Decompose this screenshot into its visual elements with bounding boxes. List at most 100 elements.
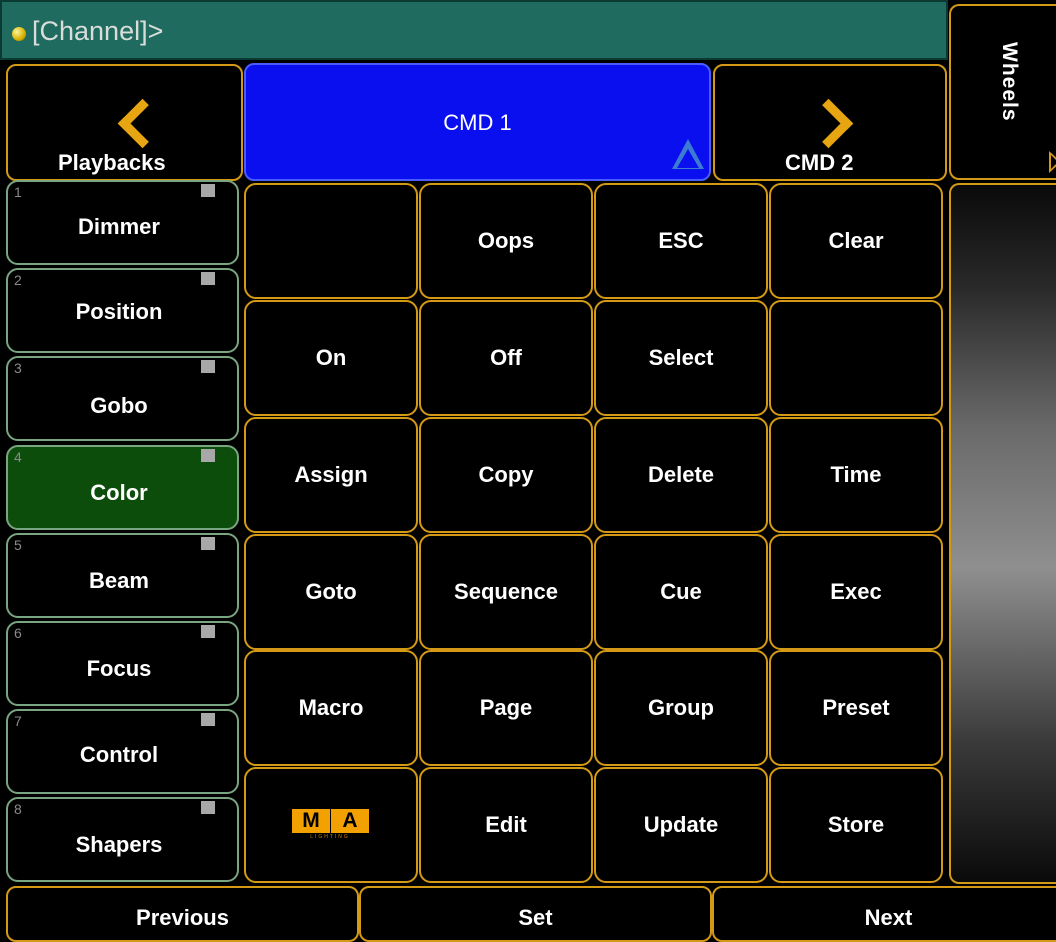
logo-subtitle: LIGHTING xyxy=(310,834,350,840)
cmd1-button[interactable]: CMD 1 xyxy=(244,63,711,181)
preset-number: 4 xyxy=(14,449,22,465)
preset-position[interactable]: 2 Position xyxy=(6,268,239,353)
preset-label: Control xyxy=(79,742,159,767)
preset-color[interactable]: 4 Color xyxy=(6,445,239,530)
key-label: Oops xyxy=(477,228,535,253)
key-select[interactable]: Select xyxy=(594,300,768,416)
key-macro[interactable]: Macro xyxy=(244,650,418,766)
key-label: Macro xyxy=(298,695,364,720)
key-group[interactable]: Group xyxy=(594,650,768,766)
wheels-tab[interactable]: Wheels xyxy=(949,4,1056,180)
preset-number: 8 xyxy=(14,801,22,817)
previous-button[interactable]: Previous xyxy=(6,886,359,942)
preset-number: 5 xyxy=(14,537,22,553)
key-label: Clear xyxy=(828,228,884,253)
key-label: Store xyxy=(827,812,885,837)
playbacks-label: Playbacks xyxy=(58,150,166,175)
key-label: Exec xyxy=(830,579,882,604)
key-cue[interactable]: Cue xyxy=(594,534,768,650)
key-store[interactable]: Store xyxy=(769,767,943,883)
key-label: Preset xyxy=(822,695,890,720)
key-label: Cue xyxy=(660,579,702,604)
indicator-icon xyxy=(201,713,215,726)
key-label: Page xyxy=(479,695,533,720)
status-dot-icon xyxy=(12,27,26,41)
key-label: On xyxy=(315,345,347,370)
key-off[interactable]: Off xyxy=(419,300,593,416)
preset-number: 1 xyxy=(14,184,22,200)
command-line-text: [Channel]> xyxy=(32,16,164,46)
preset-number: 6 xyxy=(14,625,22,641)
preset-number: 2 xyxy=(14,272,22,288)
key-label: Time xyxy=(830,462,882,487)
key-goto[interactable]: Goto xyxy=(244,534,418,650)
set-label: Set xyxy=(518,905,553,930)
command-line[interactable]: [Channel]> xyxy=(0,0,948,60)
key-label: Update xyxy=(643,812,719,837)
wheel-panel[interactable] xyxy=(949,183,1056,884)
preset-label: Focus xyxy=(86,656,152,681)
previous-label: Previous xyxy=(136,905,229,930)
cmd1-label: CMD 1 xyxy=(443,110,512,135)
key-label: ESC xyxy=(658,228,704,253)
indicator-icon xyxy=(201,184,215,197)
key-delete[interactable]: Delete xyxy=(594,417,768,533)
preset-shapers[interactable]: 8 Shapers xyxy=(6,797,239,882)
key-assign[interactable]: Assign xyxy=(244,417,418,533)
key-label: Delete xyxy=(647,462,715,487)
key-copy[interactable]: Copy xyxy=(419,417,593,533)
key-sequence[interactable]: Sequence xyxy=(419,534,593,650)
key-update[interactable]: Update xyxy=(594,767,768,883)
preset-label: Beam xyxy=(89,568,149,593)
key-edit[interactable]: Edit xyxy=(419,767,593,883)
indicator-icon xyxy=(201,360,215,373)
preset-label: Shapers xyxy=(75,832,163,857)
key-clear[interactable]: Clear xyxy=(769,183,943,299)
preset-label: Dimmer xyxy=(78,214,160,239)
preset-gobo[interactable]: 3 Gobo xyxy=(6,356,239,441)
ma-lighting-logo: M A LIGHTING xyxy=(287,808,373,842)
preset-label: Gobo xyxy=(90,393,148,418)
cmd2-label: CMD 2 xyxy=(785,150,854,175)
key-empty[interactable] xyxy=(244,183,418,299)
logo-letter-a: A xyxy=(330,808,370,834)
key-label: Edit xyxy=(485,812,527,837)
key-label: Off xyxy=(490,345,522,370)
preset-focus[interactable]: 6 Focus xyxy=(6,621,239,706)
preset-control[interactable]: 7 Control xyxy=(6,709,239,794)
preset-number: 3 xyxy=(14,360,22,376)
indicator-icon xyxy=(201,625,215,638)
key-label: Select xyxy=(648,345,714,370)
chevron-left-icon xyxy=(117,98,168,149)
key-esc[interactable]: ESC xyxy=(594,183,768,299)
key-exec[interactable]: Exec xyxy=(769,534,943,650)
playbacks-button[interactable]: Playbacks xyxy=(6,64,243,181)
next-button[interactable]: Next xyxy=(712,886,1056,942)
set-button[interactable]: Set xyxy=(359,886,712,942)
preset-label: Color xyxy=(90,480,148,505)
next-label: Next xyxy=(864,905,913,930)
wheels-tab-label: Wheels xyxy=(998,42,1021,122)
cmd2-button[interactable]: CMD 2 xyxy=(713,64,947,181)
preset-label: Position xyxy=(75,299,163,324)
indicator-icon xyxy=(201,449,215,462)
key-on[interactable]: On xyxy=(244,300,418,416)
key-label: Sequence xyxy=(454,579,558,604)
chevron-right-icon xyxy=(803,98,854,149)
key-label: Assign xyxy=(294,462,368,487)
indicator-icon xyxy=(201,272,215,285)
logo-letter-m: M xyxy=(291,808,331,834)
key-preset[interactable]: Preset xyxy=(769,650,943,766)
key-label: Copy xyxy=(478,462,534,487)
preset-number: 7 xyxy=(14,713,22,729)
indicator-icon xyxy=(201,537,215,550)
key-time[interactable]: Time xyxy=(769,417,943,533)
preset-dimmer[interactable]: 1 Dimmer xyxy=(6,180,239,265)
key-empty[interactable] xyxy=(769,300,943,416)
key-page[interactable]: Page xyxy=(419,650,593,766)
preset-beam[interactable]: 5 Beam xyxy=(6,533,239,618)
key-label: Goto xyxy=(305,579,357,604)
key-label: Group xyxy=(648,695,714,720)
indicator-icon xyxy=(201,801,215,814)
key-oops[interactable]: Oops xyxy=(419,183,593,299)
